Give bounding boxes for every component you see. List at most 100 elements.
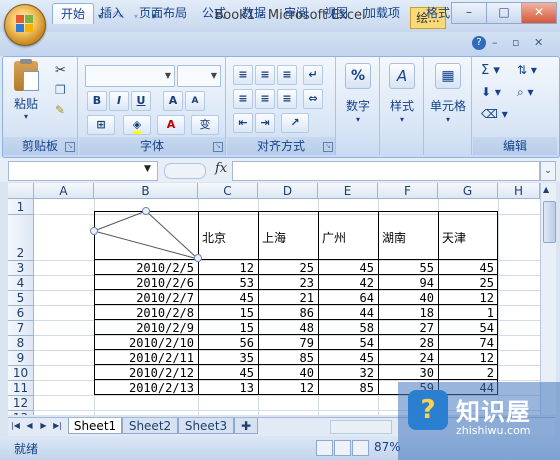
value-cell[interactable]: 30 — [380, 366, 434, 380]
name-box[interactable] — [8, 161, 158, 181]
value-cell[interactable]: 21 — [260, 291, 314, 305]
value-cell[interactable]: 45 — [320, 261, 374, 275]
value-cell[interactable]: 45 — [320, 351, 374, 365]
restore-button[interactable]: □ — [486, 2, 522, 24]
value-cell[interactable]: 25 — [260, 261, 314, 275]
value-cell[interactable]: 45 — [200, 291, 254, 305]
zoom-level[interactable]: 87% — [374, 440, 401, 454]
date-cell[interactable]: 2010/2/6 — [98, 276, 194, 290]
phonetic-button[interactable]: 变 — [191, 115, 219, 135]
number-format-button[interactable]: % — [341, 63, 375, 89]
value-cell[interactable]: 55 — [380, 261, 434, 275]
scroll-thumb[interactable] — [543, 201, 556, 243]
value-cell[interactable]: 85 — [260, 351, 314, 365]
value-cell[interactable]: 15 — [200, 321, 254, 335]
increase-indent-icon[interactable]: ⇥ — [255, 113, 275, 133]
value-cell[interactable]: 24 — [380, 351, 434, 365]
date-cell[interactable]: 2010/2/10 — [98, 336, 194, 350]
date-cell[interactable]: 2010/2/12 — [98, 366, 194, 380]
find-icon[interactable]: ⌕ ▾ — [517, 85, 534, 100]
shrink-font-button[interactable]: A — [185, 91, 205, 111]
last-sheet-icon[interactable]: ▶| — [52, 420, 63, 432]
value-cell[interactable]: 32 — [320, 366, 374, 380]
tab-formulas[interactable]: 公式 — [198, 3, 230, 23]
value-cell[interactable]: 40 — [380, 291, 434, 305]
value-cell[interactable]: 13 — [200, 381, 254, 395]
worksheet-grid[interactable]: A B C D E F G H 1 2 3 4 5 6 7 8 9 10 11 … — [8, 183, 540, 415]
clipboard-launcher-icon[interactable]: ↘ — [65, 142, 75, 152]
first-sheet-icon[interactable]: |◀ — [10, 420, 21, 432]
value-cell[interactable]: 56 — [200, 336, 254, 350]
font-name-combo[interactable]: ▼ — [85, 65, 175, 87]
merge-center-icon[interactable]: ⇔ — [303, 89, 323, 109]
alignment-launcher-icon[interactable]: ↘ — [323, 142, 333, 152]
value-cell[interactable]: 48 — [260, 321, 314, 335]
value-cell[interactable]: 58 — [320, 321, 374, 335]
value-cell[interactable]: 74 — [440, 336, 494, 350]
value-cell[interactable]: 42 — [320, 276, 374, 290]
formula-bar-splitter[interactable] — [164, 163, 206, 179]
help-icon[interactable]: ? — [472, 36, 486, 50]
date-cell[interactable]: 2010/2/9 — [98, 321, 194, 335]
value-cell[interactable]: 35 — [200, 351, 254, 365]
align-center-icon[interactable]: ≡ — [255, 89, 275, 109]
value-cell[interactable]: 85 — [320, 381, 374, 395]
ribbon-restore-icon[interactable]: ▫ — [512, 36, 519, 49]
value-cell[interactable]: 45 — [200, 366, 254, 380]
value-cell[interactable]: 64 — [320, 291, 374, 305]
value-cell[interactable]: 45 — [440, 261, 494, 275]
font-launcher-icon[interactable]: ↘ — [213, 142, 223, 152]
grow-font-button[interactable]: A — [163, 91, 183, 111]
city-header-tianjin[interactable]: 天津 — [442, 229, 466, 246]
date-cell[interactable]: 2010/2/8 — [98, 306, 194, 320]
value-cell[interactable]: 28 — [380, 336, 434, 350]
value-cell[interactable]: 86 — [260, 306, 314, 320]
value-cell[interactable]: 23 — [260, 276, 314, 290]
value-cell[interactable]: 94 — [380, 276, 434, 290]
sheet-tab-1[interactable]: Sheet1 — [68, 418, 122, 434]
tab-addins[interactable]: 加载项 — [360, 3, 404, 23]
office-button[interactable] — [4, 4, 46, 46]
underline-button[interactable]: U — [131, 91, 151, 111]
city-header-shanghai[interactable]: 上海 — [262, 229, 286, 246]
value-cell[interactable]: 1 — [440, 306, 494, 320]
cut-icon[interactable]: ✂ — [55, 63, 66, 78]
page-layout-view-icon[interactable] — [334, 440, 351, 456]
formula-input[interactable] — [232, 161, 540, 181]
chevron-down-icon[interactable]: ▼ — [144, 164, 151, 174]
value-cell[interactable]: 12 — [260, 381, 314, 395]
next-sheet-icon[interactable]: ▶ — [38, 420, 49, 432]
insert-sheet-icon[interactable]: ✚ — [234, 418, 258, 434]
value-cell[interactable]: 79 — [260, 336, 314, 350]
orientation-icon[interactable]: ↗ — [281, 113, 309, 133]
value-cell[interactable]: 2 — [440, 366, 494, 380]
tab-home[interactable]: 开始 — [52, 3, 94, 24]
date-cell[interactable]: 2010/2/7 — [98, 291, 194, 305]
clear-icon[interactable]: ⌫ ▾ — [481, 107, 508, 121]
value-cell[interactable]: 40 — [260, 366, 314, 380]
close-button[interactable]: ✕ — [521, 2, 557, 24]
workbook-close-icon[interactable]: ✕ — [534, 36, 543, 49]
paste-button[interactable]: 粘贴 ▾ — [9, 59, 43, 121]
font-color-button[interactable]: A — [157, 115, 185, 135]
shape-handle[interactable] — [90, 227, 98, 235]
page-break-view-icon[interactable] — [352, 440, 369, 456]
align-top-icon[interactable]: ≡ — [233, 65, 253, 85]
align-left-icon[interactable]: ≡ — [233, 89, 253, 109]
expand-formula-bar-icon[interactable]: ⌄ — [540, 161, 556, 181]
fill-color-button[interactable]: ◈ — [123, 115, 151, 135]
shape-handle[interactable] — [142, 207, 150, 215]
value-cell[interactable]: 12 — [440, 291, 494, 305]
bold-button[interactable]: B — [87, 91, 107, 111]
tab-review[interactable]: 审阅 — [280, 3, 312, 23]
prev-sheet-icon[interactable]: ◀ — [24, 420, 35, 432]
align-bottom-icon[interactable]: ≡ — [277, 65, 297, 85]
align-right-icon[interactable]: ≡ — [277, 89, 297, 109]
tab-format[interactable]: 格式 — [418, 3, 458, 23]
horizontal-scrollbar[interactable] — [330, 420, 392, 434]
scroll-up-icon[interactable]: ▲ — [543, 185, 549, 194]
cells-button[interactable]: ▦ — [431, 63, 465, 89]
wrap-text-icon[interactable]: ↵ — [303, 65, 323, 85]
date-cell[interactable]: 2010/2/13 — [98, 381, 194, 395]
value-cell[interactable]: 12 — [440, 351, 494, 365]
